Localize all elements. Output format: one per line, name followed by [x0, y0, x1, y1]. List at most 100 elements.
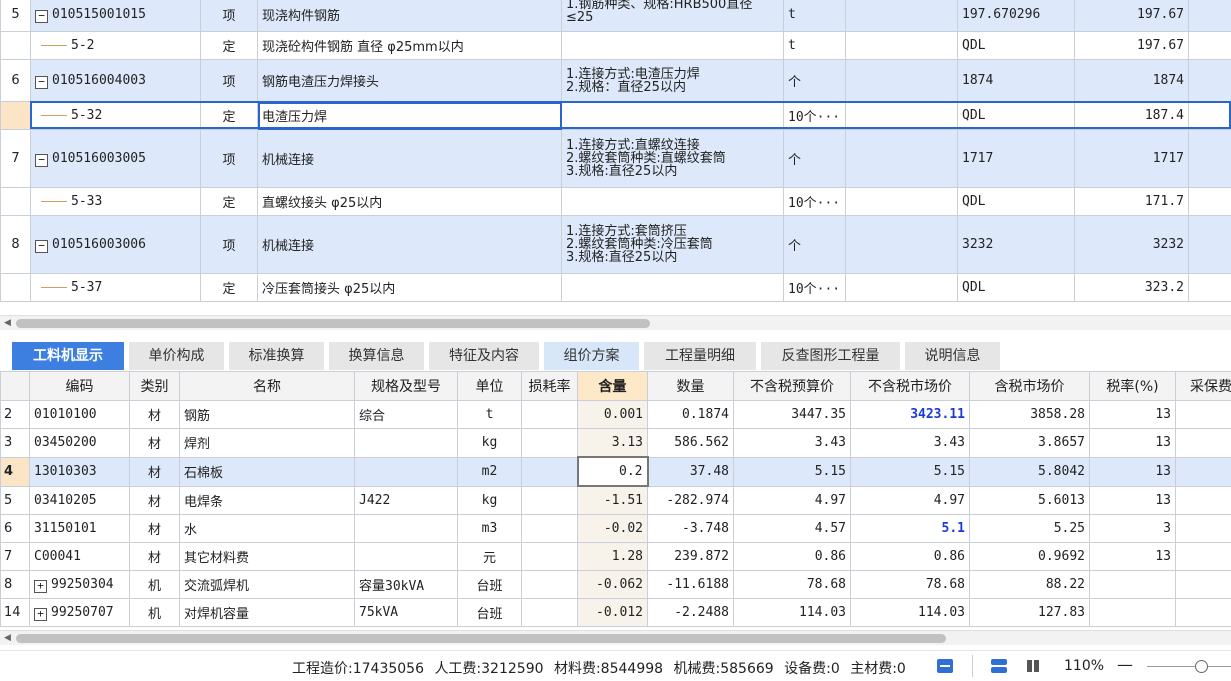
qty-expression-cell[interactable]: QDL — [958, 274, 1075, 302]
category-cell[interactable]: 材 — [130, 486, 180, 515]
unit-cell[interactable]: 个 — [784, 130, 846, 188]
col-header-code[interactable]: 编码 — [30, 372, 130, 401]
loss-rate-cell[interactable] — [522, 599, 578, 627]
scrollbar-thumb[interactable] — [16, 634, 946, 643]
unit-cell[interactable]: t — [784, 32, 846, 60]
unit-cell[interactable]: 元 — [458, 543, 522, 571]
name-cell[interactable]: 对焊机容量 — [180, 599, 355, 627]
tax-rate-cell[interactable] — [1090, 571, 1176, 599]
market-price-cell[interactable]: 3.43 — [851, 429, 970, 458]
procurement-fee-cell[interactable] — [1176, 599, 1231, 627]
spec-cell[interactable] — [355, 515, 458, 543]
col-header-market-price-tax[interactable]: 含税市场价 — [970, 372, 1090, 401]
market-price-tax-cell[interactable]: 88.22 — [970, 571, 1090, 599]
budget-price-cell[interactable]: 0.86 — [734, 543, 851, 571]
quantity-cell[interactable]: 197.67 — [1075, 32, 1189, 60]
type-cell[interactable]: 项 — [201, 60, 258, 102]
quantity-cell[interactable]: 323.2 — [1075, 274, 1189, 302]
loss-rate-cell[interactable] — [522, 457, 578, 486]
expand-icon[interactable]: + — [34, 608, 47, 621]
market-price-tax-cell[interactable]: 3858.28 — [970, 401, 1090, 429]
code-cell[interactable]: −010516004003 — [31, 60, 201, 102]
scrollbar-thumb[interactable] — [16, 319, 650, 328]
spec-cell[interactable]: 综合 — [355, 401, 458, 429]
features-cell[interactable] — [562, 274, 784, 302]
content-cell[interactable]: -0.02 — [578, 515, 648, 543]
col-header-name[interactable]: 名称 — [180, 372, 355, 401]
unit-cell[interactable]: m3 — [458, 515, 522, 543]
tax-rate-cell[interactable]: 13 — [1090, 429, 1176, 458]
zoom-out-button[interactable]: — — [1117, 655, 1133, 674]
market-price-tax-cell[interactable]: 127.83 — [970, 599, 1090, 627]
market-price-cell[interactable]: 78.68 — [851, 571, 970, 599]
features-cell[interactable] — [562, 102, 784, 130]
unit-cell[interactable]: 10个··· — [784, 274, 846, 302]
qty-expression-cell[interactable]: QDL — [958, 188, 1075, 216]
type-cell[interactable]: 定 — [201, 32, 258, 60]
code-cell[interactable]: C00041 — [30, 543, 130, 571]
code-cell[interactable]: 31150101 — [30, 515, 130, 543]
tax-rate-cell[interactable]: 13 — [1090, 401, 1176, 429]
quantity-cell[interactable]: 37.48 — [648, 457, 734, 486]
code-cell[interactable]: 13010303 — [30, 457, 130, 486]
features-cell[interactable]: 1.连接方式:电渣压力焊2.规格：直径25以内 — [562, 60, 784, 102]
spec-cell[interactable]: 75kVA — [355, 599, 458, 627]
layout-vertical-split-icon[interactable] — [1024, 658, 1042, 674]
market-price-tax-cell[interactable]: 3.8657 — [970, 429, 1090, 458]
qty-expression-cell[interactable]: QDL — [958, 32, 1075, 60]
code-cell[interactable]: +99250304 — [30, 571, 130, 599]
layout-horizontal-split-icon[interactable] — [990, 658, 1008, 674]
market-price-cell[interactable]: 114.03 — [851, 599, 970, 627]
unit-cell[interactable]: kg — [458, 486, 522, 515]
market-price-cell[interactable]: 0.86 — [851, 543, 970, 571]
quantity-cell[interactable]: -2.2488 — [648, 599, 734, 627]
code-cell[interactable]: 5-2 — [31, 32, 201, 60]
unit-cell[interactable]: 台班 — [458, 571, 522, 599]
quantity-cell[interactable]: 1874 — [1075, 60, 1189, 102]
qty-expression-cell[interactable]: 1874 — [958, 60, 1075, 102]
procurement-fee-cell[interactable] — [1176, 486, 1231, 515]
category-cell[interactable]: 机 — [130, 571, 180, 599]
unit-cell[interactable]: t — [458, 401, 522, 429]
tab-features[interactable]: 特征及内容 — [429, 342, 539, 370]
features-cell[interactable]: 1.连接方式:套筒挤压2.螺纹套筒种类:冷压套筒3.规格:直径25以内 — [562, 216, 784, 274]
loss-rate-cell[interactable] — [522, 515, 578, 543]
content-cell[interactable]: 1.28 — [578, 543, 648, 571]
content-cell[interactable]: 3.13 — [578, 429, 648, 458]
procurement-fee-cell[interactable] — [1176, 401, 1231, 429]
resource-row[interactable]: 14+99250707机对焊机容量75kVA台班-0.012-2.2488114… — [1, 599, 1231, 627]
budget-price-cell[interactable]: 4.97 — [734, 486, 851, 515]
category-cell[interactable]: 材 — [130, 457, 180, 486]
type-cell[interactable]: 项 — [201, 0, 258, 32]
features-cell[interactable]: 1.钢筋种类、规格:HRB500直径≤25 — [562, 0, 784, 32]
tab-conversion-info[interactable]: 换算信息 — [329, 342, 424, 370]
category-cell[interactable]: 材 — [130, 515, 180, 543]
collapse-icon[interactable]: − — [35, 240, 48, 253]
quantity-cell[interactable]: 586.562 — [648, 429, 734, 458]
resource-row[interactable]: 413010303材石棉板m20.237.485.155.155.804213 — [1, 457, 1231, 486]
col-header-tax-rate[interactable]: 税率(%) — [1090, 372, 1176, 401]
features-cell[interactable] — [562, 188, 784, 216]
type-cell[interactable]: 项 — [201, 130, 258, 188]
market-price-tax-cell[interactable]: 5.8042 — [970, 457, 1090, 486]
tab-reverse-lookup[interactable]: 反查图形工程量 — [761, 342, 900, 370]
category-cell[interactable]: 材 — [130, 429, 180, 458]
resource-row[interactable]: 303450200材焊剂kg3.13586.5623.433.433.86571… — [1, 429, 1231, 458]
col-header-budget-price[interactable]: 不含税预算价 — [734, 372, 851, 401]
col-header-procurement-fee[interactable]: 采保费率 — [1176, 372, 1231, 401]
unit-cell[interactable]: t — [784, 0, 846, 32]
tab-description[interactable]: 说明信息 — [905, 342, 1000, 370]
tab-labor-material-machine[interactable]: 工料机显示 — [12, 342, 124, 370]
tax-rate-cell[interactable]: 13 — [1090, 543, 1176, 571]
quantity-cell[interactable]: 0.1874 — [648, 401, 734, 429]
quantity-cell[interactable]: 197.67 — [1075, 0, 1189, 32]
quantity-cell[interactable]: 1717 — [1075, 130, 1189, 188]
quantity-cell[interactable]: 3232 — [1075, 216, 1189, 274]
budget-price-cell[interactable]: 3.43 — [734, 429, 851, 458]
type-cell[interactable]: 定 — [201, 102, 258, 130]
quota-row[interactable]: 5-32定电渣压力焊10个···QDL187.4 — [1, 102, 1231, 130]
collapse-icon[interactable]: − — [35, 76, 48, 89]
code-cell[interactable]: 01010100 — [30, 401, 130, 429]
budget-price-cell[interactable]: 4.57 — [734, 515, 851, 543]
category-cell[interactable]: 材 — [130, 401, 180, 429]
